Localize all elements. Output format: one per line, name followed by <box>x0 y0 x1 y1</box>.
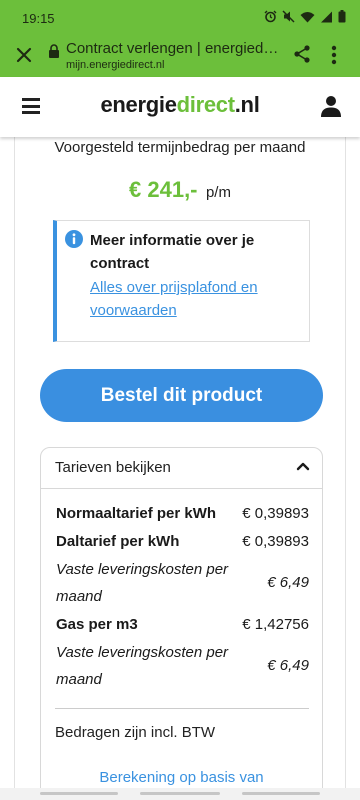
rates-toggle[interactable]: Tarieven bekijken <box>41 448 322 488</box>
logo-part-direct: direct <box>176 92 235 117</box>
info-title: Meer informatie over je contract <box>90 232 255 272</box>
rate-value-normaaltarief: € 0,39893 <box>242 505 309 522</box>
price-amount: € 241,- <box>129 177 198 202</box>
logo-part-tld: .nl <box>234 92 260 117</box>
wifi-icon <box>300 11 315 22</box>
share-icon[interactable] <box>292 44 312 64</box>
status-bar: 19:15 <box>0 0 360 34</box>
order-product-button[interactable]: Bestel dit product <box>40 369 323 422</box>
user-account-icon[interactable] <box>320 95 342 117</box>
rates-panel: Tarieven bekijken Normaaltarief per kWh … <box>40 447 323 800</box>
gesture-bar <box>0 788 360 800</box>
rate-label-vaste-kosten-stroom: Vaste leveringskosten per maand <box>56 561 229 605</box>
divider <box>55 708 309 709</box>
calculation-basis-link[interactable]: Berekening op basis van <box>41 769 322 786</box>
rate-value-daltarief: € 0,39893 <box>242 533 309 550</box>
mute-icon <box>282 10 295 23</box>
rate-value-gas: € 1,42756 <box>242 616 309 633</box>
browser-toolbar: Contract verlengen | energiedirect.nl mi… <box>0 34 360 77</box>
brand-logo[interactable]: energiedirect.nl <box>0 92 360 118</box>
alarm-icon <box>264 10 277 23</box>
chevron-up-icon <box>296 462 310 471</box>
rate-label-vaste-kosten-gas: Vaste leveringskosten per maand <box>56 644 229 688</box>
price-line: € 241,- p/m <box>0 177 360 203</box>
rate-label-daltarief: Daltarief per kWh <box>56 533 180 550</box>
more-vert-icon[interactable] <box>330 44 338 66</box>
rate-label-gas: Gas per m3 <box>56 616 138 633</box>
gesture-handle <box>40 792 118 795</box>
status-time: 19:15 <box>22 11 55 26</box>
prijsplafond-voorwaarden-link[interactable]: Alles over prijsplafond en voorwaarden <box>90 276 300 322</box>
page-title: Contract verlengen | energiedirect.nl <box>66 40 280 57</box>
rate-value-vaste-kosten-stroom: € 6,49 <box>267 574 309 591</box>
page-url: mijn.energiedirect.nl <box>66 59 165 71</box>
battery-icon <box>338 10 346 23</box>
info-box: Meer informatie over je contract Alles o… <box>53 220 310 342</box>
status-icons <box>264 10 346 23</box>
close-icon[interactable] <box>12 43 36 67</box>
gesture-handle <box>140 792 220 795</box>
rates-title: Tarieven bekijken <box>55 459 171 476</box>
logo-part-energie: energie <box>100 92 177 117</box>
rate-label-normaaltarief: Normaaltarief per kWh <box>56 505 217 522</box>
vat-note: Bedragen zijn incl. BTW <box>55 724 216 741</box>
term-amount-label: Voorgesteld termijnbedrag per maand <box>54 139 306 156</box>
rate-value-vaste-kosten-gas: € 6,49 <box>267 657 309 674</box>
lock-icon <box>49 44 59 58</box>
site-header: energiedirect.nl <box>0 77 360 137</box>
signal-icon <box>321 11 332 22</box>
gesture-handle <box>242 792 320 795</box>
main-content: Voorgesteld termijnbedrag per maand € 24… <box>0 137 360 800</box>
divider <box>41 488 322 489</box>
info-icon <box>65 230 83 248</box>
price-unit: p/m <box>205 184 231 201</box>
